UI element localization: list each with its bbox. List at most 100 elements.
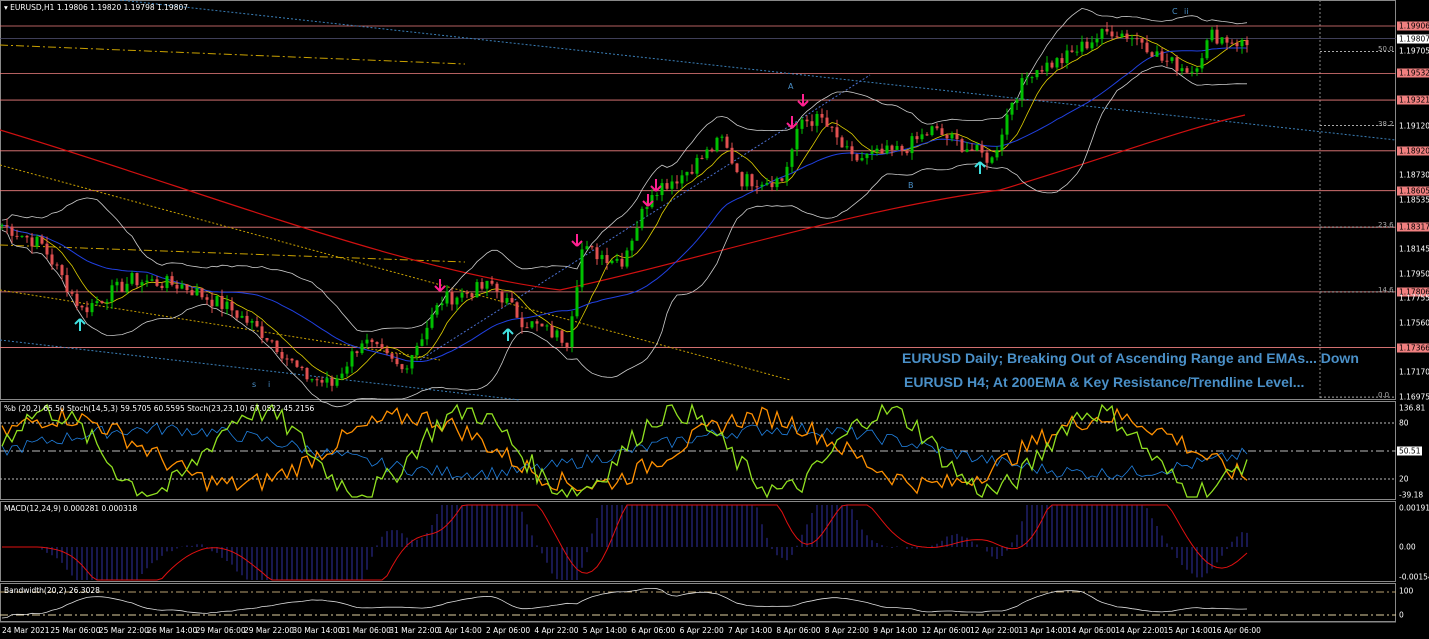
candle-body xyxy=(985,152,989,163)
current-price-label: 1.19807 xyxy=(1397,34,1429,44)
fib-label: 0.0 xyxy=(1378,391,1390,400)
trendlines xyxy=(0,0,1397,401)
candle-body xyxy=(1055,58,1059,68)
candle-body xyxy=(690,171,694,174)
candle-body xyxy=(1050,62,1054,68)
candle-body xyxy=(1240,40,1244,47)
candle-body xyxy=(95,301,99,304)
time-label: 29 Mar 22:00 xyxy=(244,626,295,635)
candle-body xyxy=(930,126,934,136)
candle-body xyxy=(590,246,594,248)
candle-body xyxy=(455,297,459,305)
candle-body xyxy=(160,285,164,289)
candle-body xyxy=(620,258,624,267)
candle-body xyxy=(230,301,234,311)
candle-body xyxy=(1105,29,1109,32)
candle-body xyxy=(430,314,434,328)
candle-body xyxy=(1120,33,1124,37)
candle-body xyxy=(645,207,649,209)
candle-body xyxy=(1200,58,1204,69)
candle-body xyxy=(970,149,974,151)
chart-header[interactable]: ▾ EURUSD,H1 1.19806 1.19820 1.19798 1.19… xyxy=(4,3,188,12)
candle-body xyxy=(1035,70,1039,78)
candle-body xyxy=(865,153,869,159)
candle-body xyxy=(60,265,64,276)
chart-canvas[interactable] xyxy=(0,0,1429,639)
candle-body xyxy=(325,378,329,383)
candle-body xyxy=(920,134,924,140)
candle-body xyxy=(35,236,39,247)
candle-body xyxy=(300,366,304,368)
candle-body xyxy=(570,316,574,347)
price-tick: 1.18535 xyxy=(1399,195,1429,205)
candle-body xyxy=(110,285,114,302)
sell-arrow-icon xyxy=(571,234,583,247)
annotation-h4: EURUSD H4; At 200EMA & Key Resistance/Tr… xyxy=(904,374,1305,390)
candle-body xyxy=(400,364,404,370)
candle-body xyxy=(255,321,259,327)
candle-body xyxy=(635,228,639,241)
candle-body xyxy=(1215,29,1219,44)
candle-body xyxy=(840,137,844,148)
candle-body xyxy=(1205,40,1209,59)
candle-body xyxy=(180,284,184,289)
candle-body xyxy=(405,368,409,370)
candle-body xyxy=(125,283,129,292)
candle-body xyxy=(855,154,859,161)
bandwidth-title: Bandwidth(20,2) 26.3028 xyxy=(4,586,100,595)
macd-max: 0.001913 xyxy=(1399,503,1429,513)
time-label: 8 Apr 06:00 xyxy=(776,626,821,635)
candle-body xyxy=(675,181,679,184)
candle-body xyxy=(825,117,829,127)
candle-body xyxy=(785,166,789,181)
macd-pane xyxy=(0,501,1396,582)
candle-body xyxy=(910,136,914,154)
candle-body xyxy=(310,379,314,381)
candle-body xyxy=(480,282,484,289)
fib-label: 38.2 xyxy=(1378,119,1394,128)
candle-body xyxy=(1020,78,1024,100)
candle-body xyxy=(845,146,849,148)
time-label: 2 Apr 06:00 xyxy=(486,626,531,635)
time-label: 30 Mar 14:00 xyxy=(292,626,343,635)
candle-body xyxy=(245,315,249,323)
candle-body xyxy=(320,380,324,383)
candle-body xyxy=(0,225,4,227)
candle-body xyxy=(945,135,949,139)
candle-body xyxy=(450,291,454,305)
bandwidth-line xyxy=(1,588,1248,619)
wave-label-a: A xyxy=(788,82,794,91)
candle-body xyxy=(530,321,534,328)
candle-body xyxy=(835,127,839,138)
candle-body xyxy=(495,283,499,292)
candle-body xyxy=(615,258,619,261)
candle-body xyxy=(850,146,854,155)
candle-body xyxy=(800,119,804,129)
candle-body xyxy=(880,148,884,154)
candle-body xyxy=(80,305,84,308)
candle-body xyxy=(775,178,779,188)
time-label: 25 Mar 22:00 xyxy=(98,626,149,635)
candle-body xyxy=(580,249,584,288)
candle-body xyxy=(1005,114,1009,135)
candle-body xyxy=(940,128,944,136)
candle-body xyxy=(875,148,879,152)
dropdown-icon[interactable]: ▾ xyxy=(4,3,8,12)
bandwidth-pane xyxy=(0,583,1396,622)
candle-body xyxy=(375,342,379,345)
candle-body xyxy=(830,126,834,128)
candle-body xyxy=(1135,38,1139,40)
candle-body xyxy=(1210,29,1214,41)
candle-body xyxy=(1230,42,1234,44)
candle-body xyxy=(955,134,959,140)
candle-body xyxy=(345,366,349,374)
candle-body xyxy=(1045,62,1049,72)
candle-body xyxy=(165,276,169,289)
buy-arrow-icon xyxy=(502,328,514,341)
time-label: 12 Apr 06:00 xyxy=(921,626,971,635)
level-label: 1.18317 xyxy=(1397,222,1429,232)
candle-body xyxy=(425,327,429,340)
stoch-current: 50.51 xyxy=(1397,446,1423,456)
candle-body xyxy=(755,186,759,188)
candle-body xyxy=(1015,99,1019,103)
